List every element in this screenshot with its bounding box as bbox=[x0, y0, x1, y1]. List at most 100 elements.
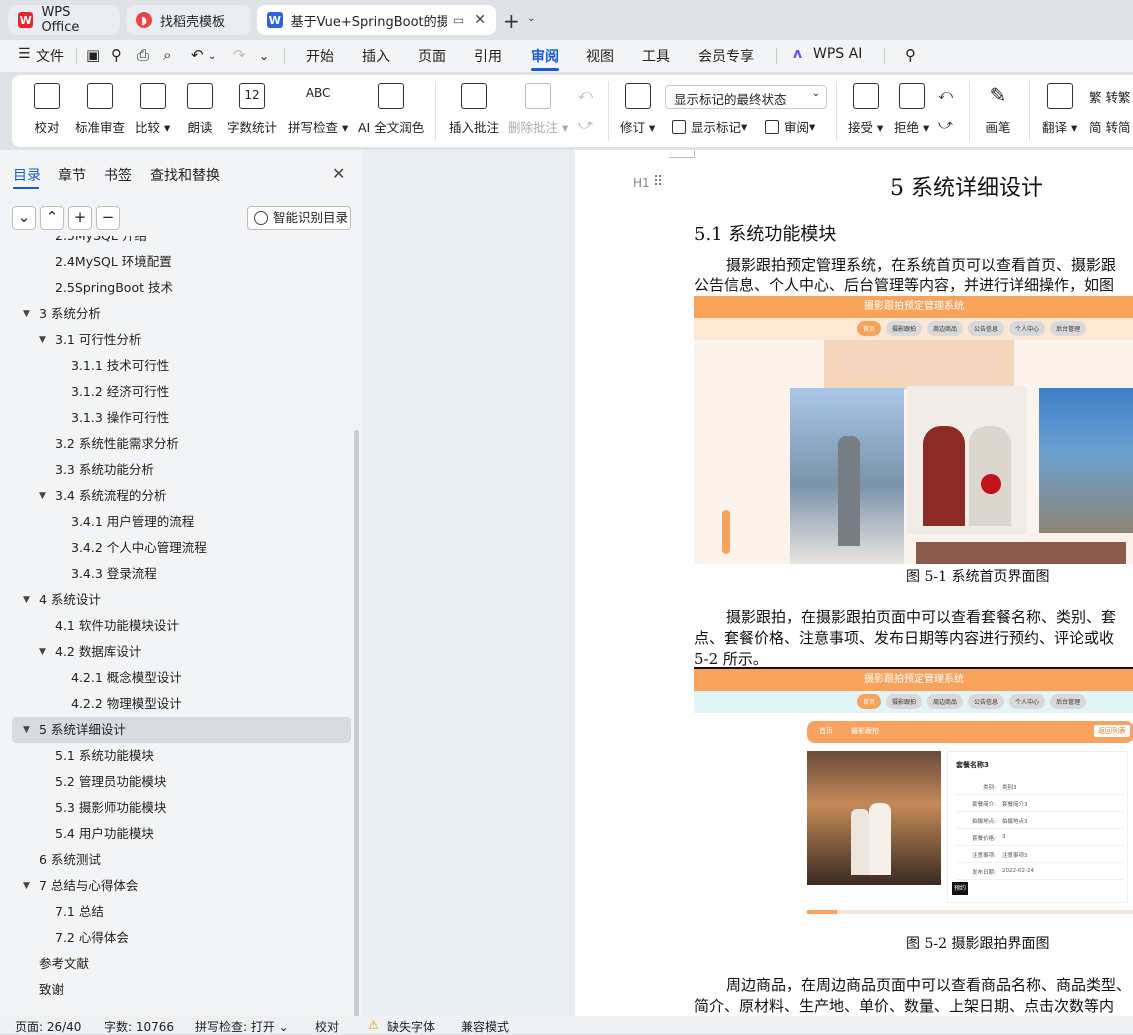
proofread-button[interactable]: 校对 bbox=[34, 83, 60, 136]
ai-polish-button[interactable]: AI 全文润色 bbox=[358, 83, 424, 136]
toc-item[interactable]: 5.1 系统功能模块 bbox=[0, 743, 352, 769]
menu-home[interactable]: 开始 bbox=[306, 46, 334, 66]
toc-item[interactable]: 3.1.3 操作可行性 bbox=[0, 405, 352, 431]
smart-toc-button[interactable]: 智能识别目录 bbox=[247, 206, 351, 230]
toc-item[interactable]: 4.2.2 物理模型设计 bbox=[0, 691, 352, 717]
toc-item[interactable]: 3.4.3 登录流程 bbox=[0, 561, 352, 587]
toc-item[interactable]: 4.2.1 概念模型设计 bbox=[0, 665, 352, 691]
close-panel-icon[interactable]: ✕ bbox=[332, 164, 345, 183]
spell-check-indicator[interactable]: 拼写检查: 打开 ⌄ bbox=[195, 1018, 289, 1035]
menu-file[interactable]: 文件 bbox=[36, 46, 64, 66]
fig-nav-item[interactable]: 首页 bbox=[857, 694, 882, 709]
redo-icon[interactable]: ↷ bbox=[233, 46, 246, 64]
toc-item[interactable]: 致谢 bbox=[0, 977, 352, 1003]
toc-item[interactable]: ▼ 7 总结与心得体会 bbox=[0, 873, 352, 899]
save-icon[interactable]: ▣ bbox=[86, 46, 100, 64]
fig-nav-item[interactable]: 公告信息 bbox=[968, 321, 1005, 336]
nav-tab-bookmarks[interactable]: 书签 bbox=[104, 165, 132, 185]
fig-nav-item[interactable]: 周边商品 bbox=[927, 321, 964, 336]
menu-insert[interactable]: 插入 bbox=[362, 46, 390, 66]
previous-comment-icon[interactable]: ⤺ bbox=[578, 87, 593, 103]
previous-change-icon[interactable]: ⤺ bbox=[938, 87, 953, 103]
document-page[interactable]: H1 ⠿ 5 系统详细设计 5.1 系统功能模块 摄影跟拍预定管理系统，在系统首… bbox=[575, 150, 1133, 1016]
fig-nav-item[interactable]: 个人中心 bbox=[1009, 694, 1046, 709]
carousel-prev-handle[interactable] bbox=[722, 510, 730, 554]
tab-wps-office[interactable]: W WPS Office bbox=[8, 5, 120, 35]
expand-all-chevron-down-icon[interactable]: ⌄ bbox=[12, 206, 36, 230]
print-icon[interactable]: ⎙ bbox=[137, 46, 149, 64]
toc-scrollbar[interactable] bbox=[354, 430, 359, 1020]
review-pane-button[interactable]: 审阅 ▾ bbox=[765, 117, 815, 136]
menu-view[interactable]: 视图 bbox=[586, 46, 614, 66]
toc-item[interactable]: 5.2 管理员功能模块 bbox=[0, 769, 352, 795]
menu-review[interactable]: 审阅 bbox=[531, 46, 559, 66]
close-tab-icon[interactable]: ✕ bbox=[474, 12, 486, 28]
ink-button[interactable]: ✎ 画笔 bbox=[985, 83, 1011, 136]
expand-caret-icon[interactable]: ▼ bbox=[23, 301, 30, 327]
spell-check-button[interactable]: ABC 拼写检查 ▾ bbox=[288, 83, 348, 136]
expand-caret-icon[interactable]: ▼ bbox=[23, 717, 30, 743]
drag-handle-icon[interactable]: ⠿ bbox=[653, 174, 663, 190]
delete-comment-button[interactable]: 删除批注 ▾ bbox=[508, 83, 568, 136]
toc-item[interactable]: ▼ 3 系统分析 bbox=[0, 301, 352, 327]
toc-item[interactable]: 3.3 系统功能分析 bbox=[0, 457, 352, 483]
toc-item[interactable]: 3.4.2 个人中心管理流程 bbox=[0, 535, 352, 561]
expand-caret-icon[interactable]: ▼ bbox=[23, 873, 30, 899]
insert-comment-button[interactable]: 插入批注 bbox=[449, 83, 499, 136]
expand-caret-icon[interactable]: ▼ bbox=[39, 327, 46, 353]
toc-item[interactable]: ▼ 3.4 系统流程的分析 bbox=[0, 483, 352, 509]
missing-font-indicator[interactable]: 缺失字体 bbox=[387, 1018, 435, 1035]
to-simplified-button[interactable]: 简 转简 bbox=[1089, 117, 1131, 136]
toc-item[interactable]: 4.1 软件功能模块设计 bbox=[0, 613, 352, 639]
markup-display-select[interactable]: 显示标记的最终状态 ⌄ bbox=[665, 85, 827, 109]
undo-icon[interactable]: ↶ bbox=[191, 46, 204, 64]
toc-item[interactable]: 7.1 总结 bbox=[0, 899, 352, 925]
fig-nav-item[interactable]: 摄影跟拍 bbox=[886, 694, 923, 709]
word-count-button[interactable]: 12 字数统计 bbox=[227, 83, 277, 136]
toc-item[interactable]: 7.2 心得体会 bbox=[0, 925, 352, 951]
fig-nav-item[interactable]: 摄影跟拍 bbox=[886, 321, 923, 336]
nav-tab-find-replace[interactable]: 查找和替换 bbox=[150, 165, 220, 185]
breadcrumb-home[interactable]: 首页 bbox=[819, 726, 833, 736]
toc-item[interactable]: 参考文献 bbox=[0, 951, 352, 977]
fig-nav-item[interactable]: 后台管理 bbox=[1050, 321, 1087, 336]
add-heading-plus-icon[interactable]: + bbox=[68, 206, 92, 230]
proofread-indicator[interactable]: 校对 bbox=[315, 1018, 339, 1035]
accept-button[interactable]: 接受 ▾ bbox=[848, 83, 883, 136]
translate-button[interactable]: 翻译 ▾ bbox=[1042, 83, 1077, 136]
expand-caret-icon[interactable]: ▼ bbox=[39, 639, 46, 665]
search-icon[interactable]: ⚲ bbox=[905, 46, 916, 64]
track-changes-button[interactable]: 修订 ▾ bbox=[620, 83, 655, 136]
toc-item[interactable]: ▼ 5 系统详细设计 bbox=[12, 717, 351, 743]
toc-item[interactable]: 2.5SpringBoot 技术 bbox=[0, 275, 352, 301]
toc-item[interactable]: 3.4.1 用户管理的流程 bbox=[0, 509, 352, 535]
share-icon[interactable]: ⚲ bbox=[111, 46, 122, 64]
menu-wps-ai[interactable]: WPS AI bbox=[813, 46, 862, 62]
menu-tools[interactable]: 工具 bbox=[642, 46, 670, 66]
to-traditional-button[interactable]: 繁 转繁 bbox=[1089, 87, 1131, 106]
print-preview-icon[interactable]: ⌕ bbox=[163, 46, 171, 64]
next-comment-icon[interactable]: ⤻ bbox=[578, 117, 593, 133]
reject-button[interactable]: 拒绝 ▾ bbox=[894, 83, 929, 136]
toc-item[interactable]: ▼ 4.2 数据库设计 bbox=[0, 639, 352, 665]
tab-docer-templates[interactable]: ◗ 找稻壳模板 bbox=[126, 5, 251, 35]
hamburger-icon[interactable]: ☰ bbox=[18, 46, 31, 62]
toc-item[interactable]: 2.3MySQL 介绍 bbox=[0, 236, 352, 249]
toc-item[interactable]: 5.4 用户功能模块 bbox=[0, 821, 352, 847]
nav-tab-sections[interactable]: 章节 bbox=[58, 165, 86, 185]
toc-item[interactable]: 3.2 系统性能需求分析 bbox=[0, 431, 352, 457]
next-change-icon[interactable]: ⤻ bbox=[938, 117, 953, 133]
remove-heading-minus-icon[interactable]: − bbox=[96, 206, 120, 230]
breadcrumb-current[interactable]: 摄影跟拍 bbox=[851, 726, 879, 736]
read-aloud-button[interactable]: 朗读 bbox=[187, 83, 213, 136]
nav-tab-toc[interactable]: 目录 bbox=[13, 165, 41, 185]
toc-item[interactable]: 3.1.2 经济可行性 bbox=[0, 379, 352, 405]
undo-dropdown-icon[interactable]: ⌄ bbox=[208, 51, 216, 62]
quick-access-more-icon[interactable]: ⌄ bbox=[259, 49, 269, 63]
expand-caret-icon[interactable]: ▼ bbox=[23, 587, 30, 613]
menu-page[interactable]: 页面 bbox=[418, 46, 446, 66]
compare-button[interactable]: 比较 ▾ bbox=[135, 83, 170, 136]
word-count-indicator[interactable]: 字数: 10766 bbox=[104, 1018, 174, 1035]
page-indicator[interactable]: 页面: 26/40 bbox=[15, 1018, 81, 1035]
show-markup-button[interactable]: 显示标记 ▾ bbox=[672, 117, 747, 136]
